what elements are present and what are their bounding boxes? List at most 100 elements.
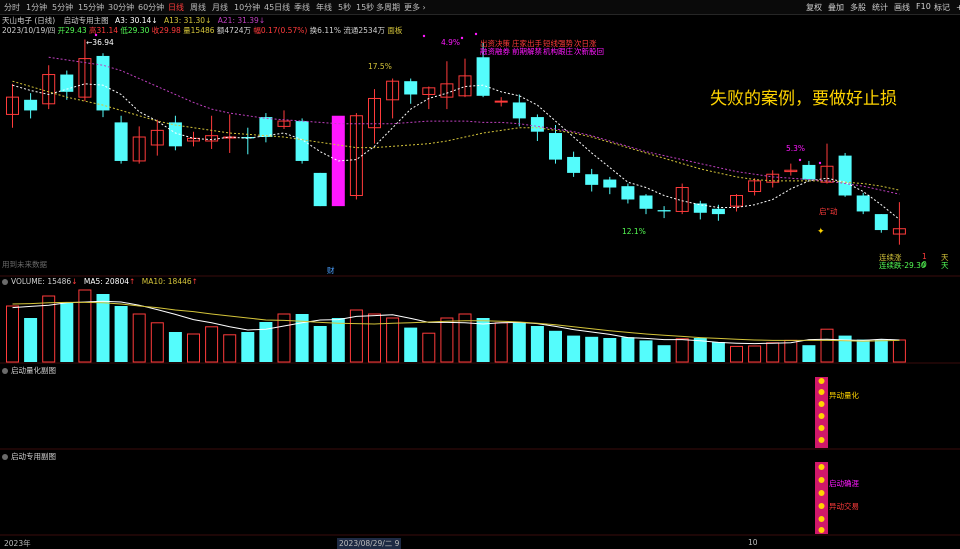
candle-body [603,179,617,188]
volume-panel-title: VOLUME: 15486↓ MA5: 20804↑ MA10: 18446↑ [2,277,198,286]
volume-bar [675,338,689,363]
future-data-note: 用到未来数据 [2,260,47,269]
volume-bar [784,339,798,363]
signal-coin-icon [818,425,825,431]
volume-bar [422,332,436,363]
volume-bar [494,322,508,363]
signal-column [815,462,828,534]
signal-coin-icon [818,401,825,407]
xaxis-cursor-label: 2023/08/29/二 9 [337,538,402,549]
candle-body [530,117,544,132]
candle-body [494,100,508,103]
vol-ma5: MA5: 20804 [83,277,130,286]
volume-bar [6,305,19,363]
xaxis-right-label: 10 [748,538,758,547]
volume-bar [331,318,345,362]
candle-body [549,133,562,160]
volume-bar [730,345,743,363]
lianxu-die-label: 连续跌-29.30 [879,261,926,270]
volume-bar [603,338,617,362]
volume-bar [187,333,200,363]
signal-dot [422,34,426,38]
volume-bar [114,306,128,362]
kline-chart[interactable]: ✦ [0,0,960,549]
xaxis-left-label: 2023年 [4,539,31,548]
candle-body [585,174,599,185]
volume-bar [748,345,762,363]
volume-bar [530,326,544,362]
volume-bar [512,322,526,362]
volume-bar [78,289,92,363]
panel-settings-icon[interactable] [2,279,8,285]
volume-bar [802,345,816,362]
candle-body [476,57,490,96]
volume-bar [404,327,418,362]
sub2-signal-label-2: 异动交易 [829,502,859,511]
finance-marker[interactable]: 财 [327,265,335,276]
signal-coin-icon [818,527,825,533]
day-b: 天 [941,261,949,270]
tag-6: 机构跟庄 [543,47,573,56]
signal-coin-icon [818,389,825,395]
volume-bar [349,309,363,363]
candle-body [802,164,816,180]
signal-coin-icon [818,437,825,443]
candle-body [114,122,128,161]
pct-label-3: 12.1% [622,227,646,236]
panel-settings-icon[interactable] [2,454,8,460]
signal-dot [798,158,802,162]
count-b: 0 [922,260,927,269]
volume-bar [621,337,635,362]
candle-body [856,195,870,212]
volume-bar [476,318,490,362]
candle-body [313,172,327,207]
volume-bar [874,339,888,362]
signal-coin-icon [818,516,825,522]
tag-4: 前期解禁 [512,47,542,56]
volume-bar [277,313,291,363]
signal-coin-icon [818,413,825,419]
max-price-label: ←36.94 [86,38,114,47]
signal-dot [94,33,98,37]
sub1-title: 启动量化副图 [2,365,56,376]
candle-body [657,210,671,212]
volume-bar [766,342,780,363]
candle-body [295,121,309,161]
volume-bar [313,326,327,362]
sub1-signal-label: 异动量化 [829,391,859,400]
signal-coin-icon [818,490,825,496]
volume-bar [223,334,237,363]
butterfly-icon: ✦ [817,227,825,237]
sub2-signal-label-1: 启动确涯 [829,479,859,488]
candle-body [693,203,707,213]
volume-bar [368,313,381,363]
volume-bar [657,345,671,362]
volume-bar [892,339,906,363]
volume-bar [639,340,653,362]
volume-bar [820,328,834,363]
volume-bar [567,335,581,362]
candle-body [24,99,38,111]
candle-body [96,55,110,111]
candle-body [639,195,653,209]
volume-bar [440,317,454,363]
volume-bar [168,332,182,362]
vol-ma10: MA10: 18446 [141,277,192,286]
signal-dot [818,161,822,165]
pct-label-4: 5.3% [786,144,806,153]
candle-body [404,81,418,95]
volume-bar [60,302,74,362]
volume-bar [241,332,255,362]
qidong-label: 启"动 [819,207,838,216]
headline-annotation: 失败的案例，要做好止损 [710,89,897,109]
candle-body [711,208,725,215]
volume-bar [24,318,38,362]
panel-settings-icon[interactable] [2,368,8,374]
candle-body [567,156,581,173]
candle-body [621,186,635,200]
tag-8: 次新股回 [574,47,604,56]
sub2-title: 启动专用副图 [2,451,56,462]
volume-bar [711,342,725,362]
candle-body [874,214,888,231]
volume-bar [856,339,870,362]
